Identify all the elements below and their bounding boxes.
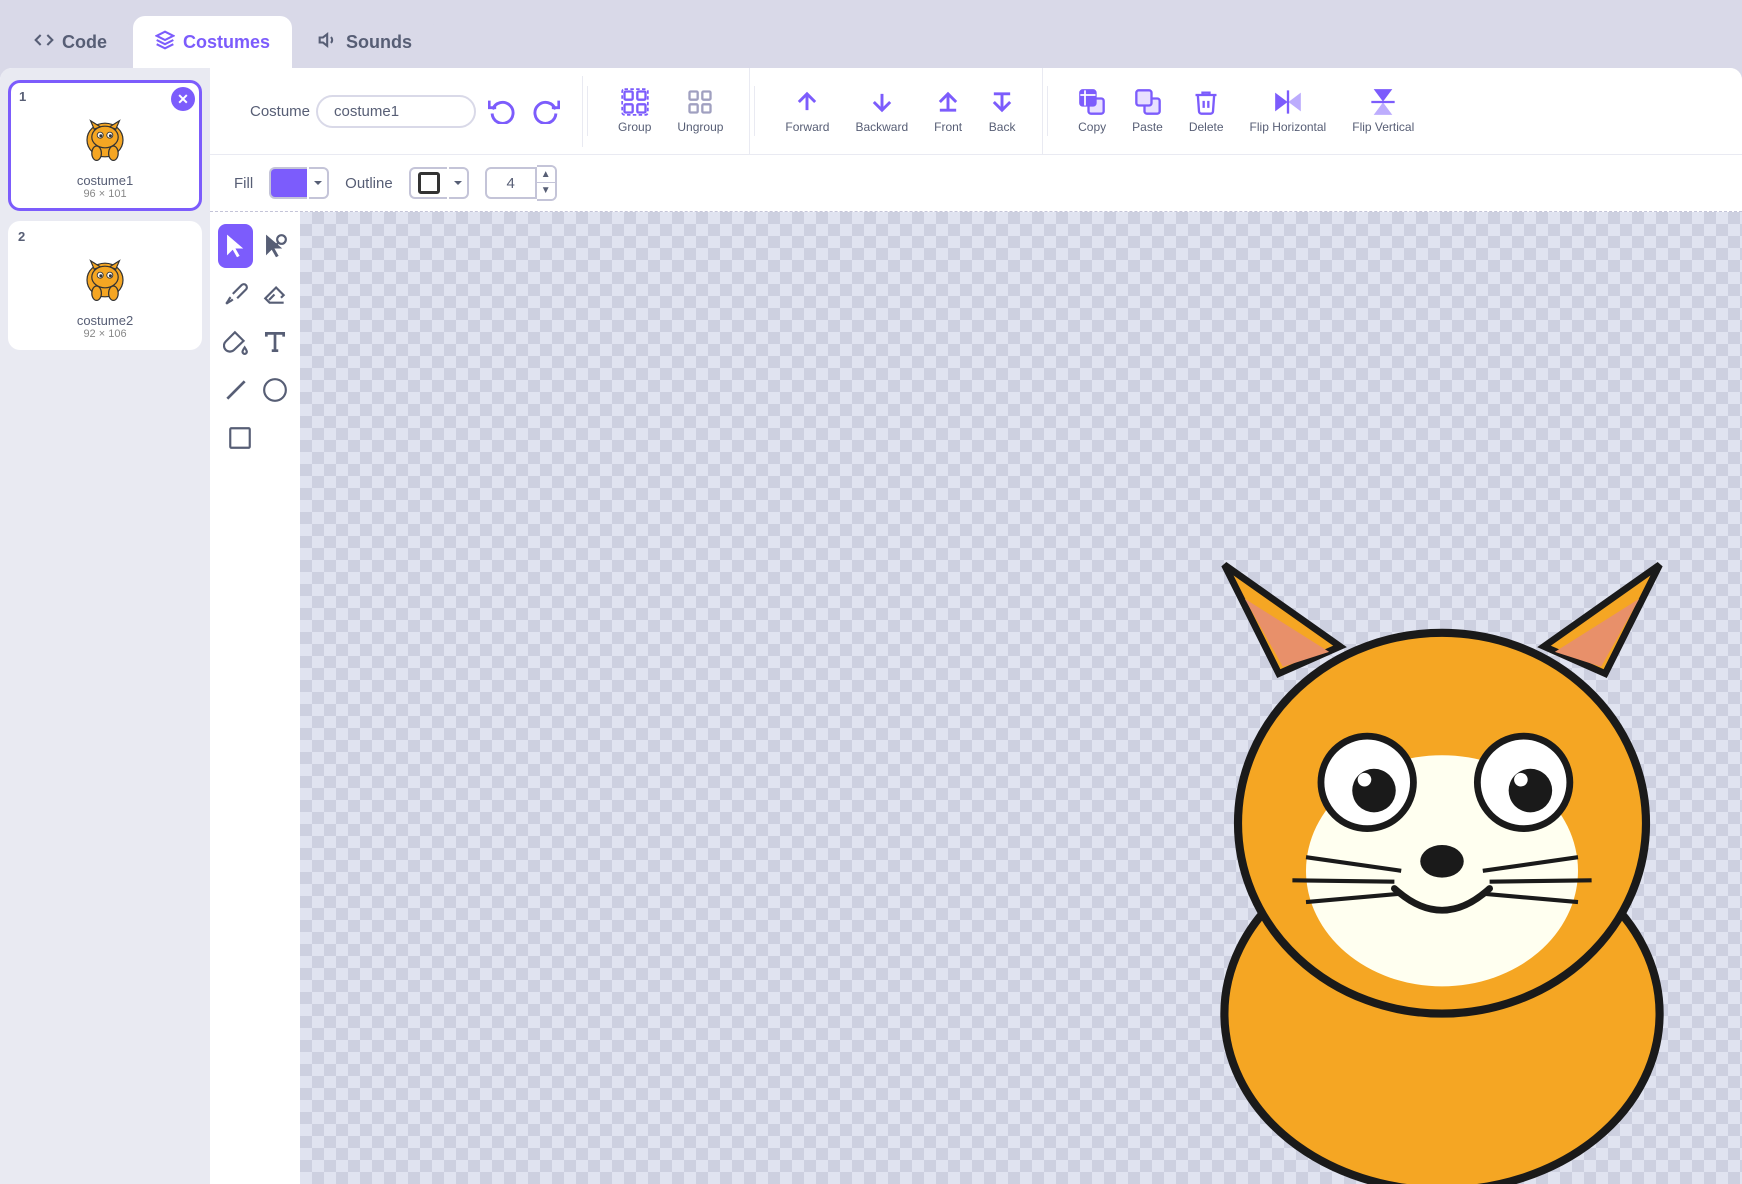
- tools-panel: [210, 212, 300, 1184]
- rotate-ccw-button[interactable]: [482, 90, 522, 133]
- fill-color-dropdown[interactable]: [309, 167, 329, 199]
- stroke-size-arrows: ▲ ▼: [537, 165, 557, 201]
- backward-label: Backward: [855, 120, 908, 134]
- tool-row-3: [218, 320, 292, 364]
- flip-v-label: Flip Vertical: [1352, 120, 1414, 134]
- costumes-icon: [155, 30, 175, 55]
- stroke-size-input[interactable]: 4: [485, 167, 537, 199]
- toolbar-layer-section: Forward Backward: [759, 68, 1043, 154]
- text-tool-button[interactable]: [257, 320, 292, 364]
- tool-row-5: [218, 416, 292, 460]
- costume1-size: 96 × 101: [83, 188, 126, 200]
- copy-label: Copy: [1078, 120, 1106, 134]
- canvas-area[interactable]: [300, 212, 1742, 1184]
- costume-preview-1: [65, 99, 145, 169]
- costume-num-2: 2: [18, 229, 25, 244]
- costume-list: 1 ✕: [0, 68, 210, 1184]
- flip-h-label: Flip Horizontal: [1250, 120, 1327, 134]
- delete-button[interactable]: Delete: [1179, 82, 1234, 140]
- tool-row-4: [218, 368, 292, 412]
- outline-color-dropdown[interactable]: [449, 167, 469, 199]
- paste-label: Paste: [1132, 120, 1163, 134]
- backward-button[interactable]: Backward: [845, 82, 918, 140]
- eraser-tool-button[interactable]: [257, 272, 292, 316]
- rotate-btns: [482, 90, 566, 133]
- ungroup-label: Ungroup: [677, 120, 723, 134]
- costume1-name: costume1: [77, 173, 133, 188]
- costume2-size: 92 × 106: [83, 328, 126, 340]
- tab-bar: Code Costumes Sounds: [0, 0, 1742, 68]
- costume-delete-1[interactable]: ✕: [171, 87, 195, 111]
- line-tool-button[interactable]: [218, 368, 253, 412]
- tool-row-1: [218, 224, 292, 268]
- copy-button[interactable]: Copy: [1068, 82, 1116, 140]
- tab-sounds[interactable]: Sounds: [296, 16, 434, 68]
- divider-2: [754, 86, 755, 136]
- tool-row-2: [218, 272, 292, 316]
- stroke-increase[interactable]: ▲: [537, 167, 555, 183]
- divider-1: [587, 86, 588, 136]
- fill-label: Fill: [234, 175, 253, 192]
- outline-color-swatch[interactable]: [409, 167, 447, 199]
- stroke-decrease[interactable]: ▼: [537, 183, 555, 199]
- rotate-cw-button[interactable]: [526, 90, 566, 133]
- back-label: Back: [989, 120, 1016, 134]
- paste-button[interactable]: Paste: [1122, 82, 1173, 140]
- tab-code-label: Code: [62, 32, 107, 53]
- reshape-tool-button[interactable]: [257, 224, 292, 268]
- toolbar-costume-name-section: Costume: [234, 76, 583, 147]
- costume-item-2[interactable]: 2 costume2 92 × 106: [8, 221, 202, 350]
- back-button[interactable]: Back: [978, 82, 1026, 140]
- costume-item-1[interactable]: 1 ✕: [8, 80, 202, 211]
- toolbar-group-section: Group Ungroup: [592, 68, 750, 154]
- stroke-size-control: 4 ▲ ▼: [485, 165, 557, 201]
- costume-label: Costume: [250, 103, 310, 120]
- fill-tool-button[interactable]: [218, 320, 253, 364]
- group-label: Group: [618, 120, 651, 134]
- editor-area: Costume: [210, 68, 1742, 1184]
- toolbar-row1: Costume: [210, 68, 1742, 155]
- costume-preview-2: [65, 239, 145, 309]
- costume-name-input[interactable]: [316, 95, 476, 128]
- toolbar-edit-section: Copy Paste: [1052, 68, 1440, 154]
- flip-vertical-button[interactable]: Flip Vertical: [1342, 82, 1424, 140]
- toolbar-row2: Fill Outline 4 ▲ ▼: [210, 155, 1742, 212]
- main-content: 1 ✕: [0, 68, 1742, 1184]
- code-icon: [34, 30, 54, 55]
- costume2-name: costume2: [77, 313, 133, 328]
- outline-color-container: [409, 167, 469, 199]
- fill-color-swatch[interactable]: [269, 167, 307, 199]
- tab-costumes-label: Costumes: [183, 32, 270, 53]
- outline-preview: [418, 172, 440, 194]
- brush-tool-button[interactable]: [218, 272, 253, 316]
- toolbar-inner: Costume: [234, 68, 1718, 154]
- costume-num-1: 1: [19, 89, 26, 104]
- oval-tool-button[interactable]: [257, 368, 292, 412]
- front-label: Front: [934, 120, 962, 134]
- forward-label: Forward: [785, 120, 829, 134]
- tab-code[interactable]: Code: [12, 16, 129, 68]
- cat-illustration: [1102, 524, 1742, 1184]
- group-button[interactable]: Group: [608, 82, 661, 140]
- front-button[interactable]: Front: [924, 82, 972, 140]
- rect-tool-button[interactable]: [218, 416, 262, 460]
- forward-button[interactable]: Forward: [775, 82, 839, 140]
- tab-costumes[interactable]: Costumes: [133, 16, 292, 68]
- delete-label: Delete: [1189, 120, 1224, 134]
- ungroup-button[interactable]: Ungroup: [667, 82, 733, 140]
- sounds-icon: [318, 30, 338, 55]
- canvas-with-tools: [210, 212, 1742, 1184]
- fill-color-container: [269, 167, 329, 199]
- tab-sounds-label: Sounds: [346, 32, 412, 53]
- flip-horizontal-button[interactable]: Flip Horizontal: [1240, 82, 1337, 140]
- outline-label: Outline: [345, 175, 393, 192]
- divider-3: [1047, 86, 1048, 136]
- select-tool-button[interactable]: [218, 224, 253, 268]
